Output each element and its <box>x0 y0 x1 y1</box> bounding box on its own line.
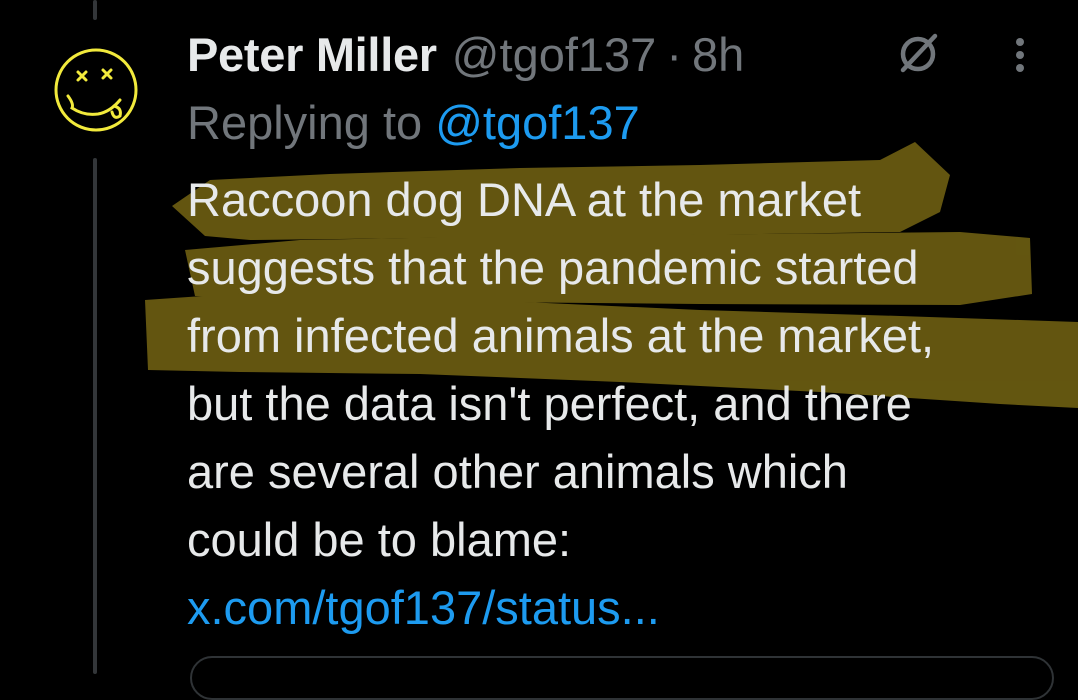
tweet-header: Peter Miller @tgof137 · 8h <box>187 24 744 84</box>
thread-line-top <box>93 0 97 20</box>
replying-to-label: Replying to <box>187 96 423 149</box>
tweet-text-line: could be to blame: <box>187 513 572 566</box>
smiley-face-avatar-icon <box>50 44 142 136</box>
tweet-text-line: but the data isn't perfect, and there <box>187 377 912 430</box>
author-handle[interactable]: @tgof137 <box>452 27 657 82</box>
tweet-body: Raccoon dog DNA at the market suggests t… <box>187 166 1067 642</box>
author-name[interactable]: Peter Miller <box>187 27 437 82</box>
grok-slash-icon[interactable] <box>893 28 943 78</box>
replying-to-line: Replying to @tgof137 <box>187 95 640 150</box>
tweet-text-line: Raccoon dog DNA at the market <box>187 173 862 226</box>
avatar[interactable] <box>48 42 144 138</box>
tweet-text-line: are several other animals which <box>187 445 848 498</box>
more-vertical-icon[interactable] <box>1005 36 1035 78</box>
tweet-text-line: from infected animals at the market, <box>187 309 935 362</box>
quoted-card-edge[interactable] <box>190 656 1054 700</box>
thread-line-bottom <box>93 158 97 674</box>
header-separator: · <box>666 27 682 81</box>
tweet-link[interactable]: x.com/tgof137/status... <box>187 574 1067 642</box>
tweet-text-line: suggests that the pandemic started <box>187 241 919 294</box>
tweet-timestamp[interactable]: 8h <box>692 27 744 82</box>
replying-to-mention[interactable]: @tgof137 <box>435 96 640 149</box>
